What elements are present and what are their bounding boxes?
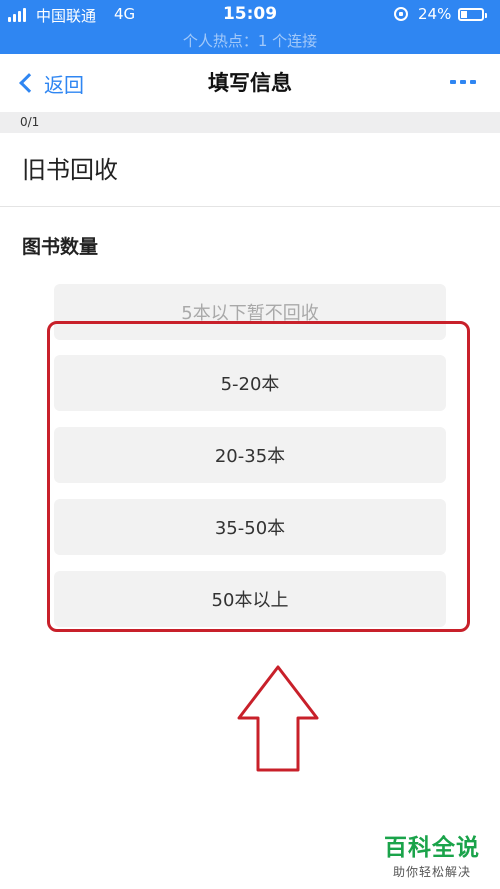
nav-bar: 返回 填写信息 <box>0 54 500 112</box>
status-row: 中国联通 4G 15:09 24% <box>0 0 500 30</box>
more-icon[interactable] <box>450 80 476 84</box>
watermark-subtitle: 助你轻松解决 <box>392 865 471 879</box>
option-20-35[interactable]: 20-35本 <box>54 427 446 483</box>
section-title: 旧书回收 <box>22 156 118 184</box>
option-under-5[interactable]: 5本以下暂不回收 <box>54 284 446 340</box>
watermark-title: 百科全说 <box>384 835 480 861</box>
progress-strip: 0/1 <box>0 112 500 133</box>
field-label: 图书数量 <box>22 236 99 258</box>
up-arrow-icon <box>237 665 319 772</box>
option-5-20[interactable]: 5-20本 <box>54 355 446 411</box>
battery-percent: 24% <box>418 5 452 23</box>
progress-indicator: 0/1 <box>20 115 40 129</box>
option-35-50[interactable]: 35-50本 <box>54 499 446 555</box>
page-title: 填写信息 <box>208 71 292 95</box>
divider <box>0 206 500 207</box>
page: 中国联通 4G 15:09 24% 个人热点：1 个连接 返回 填写信息 0/1… <box>0 0 500 889</box>
option-over-50[interactable]: 50本以上 <box>54 571 446 627</box>
hotspot-banner[interactable]: 个人热点：1 个连接 <box>0 30 500 51</box>
watermark-logo: 百科全说 助你轻松解决 <box>372 828 492 880</box>
battery-icon <box>458 8 487 21</box>
status-bar: 中国联通 4G 15:09 24% 个人热点：1 个连接 <box>0 0 500 54</box>
lock-rotation-icon <box>394 7 408 21</box>
